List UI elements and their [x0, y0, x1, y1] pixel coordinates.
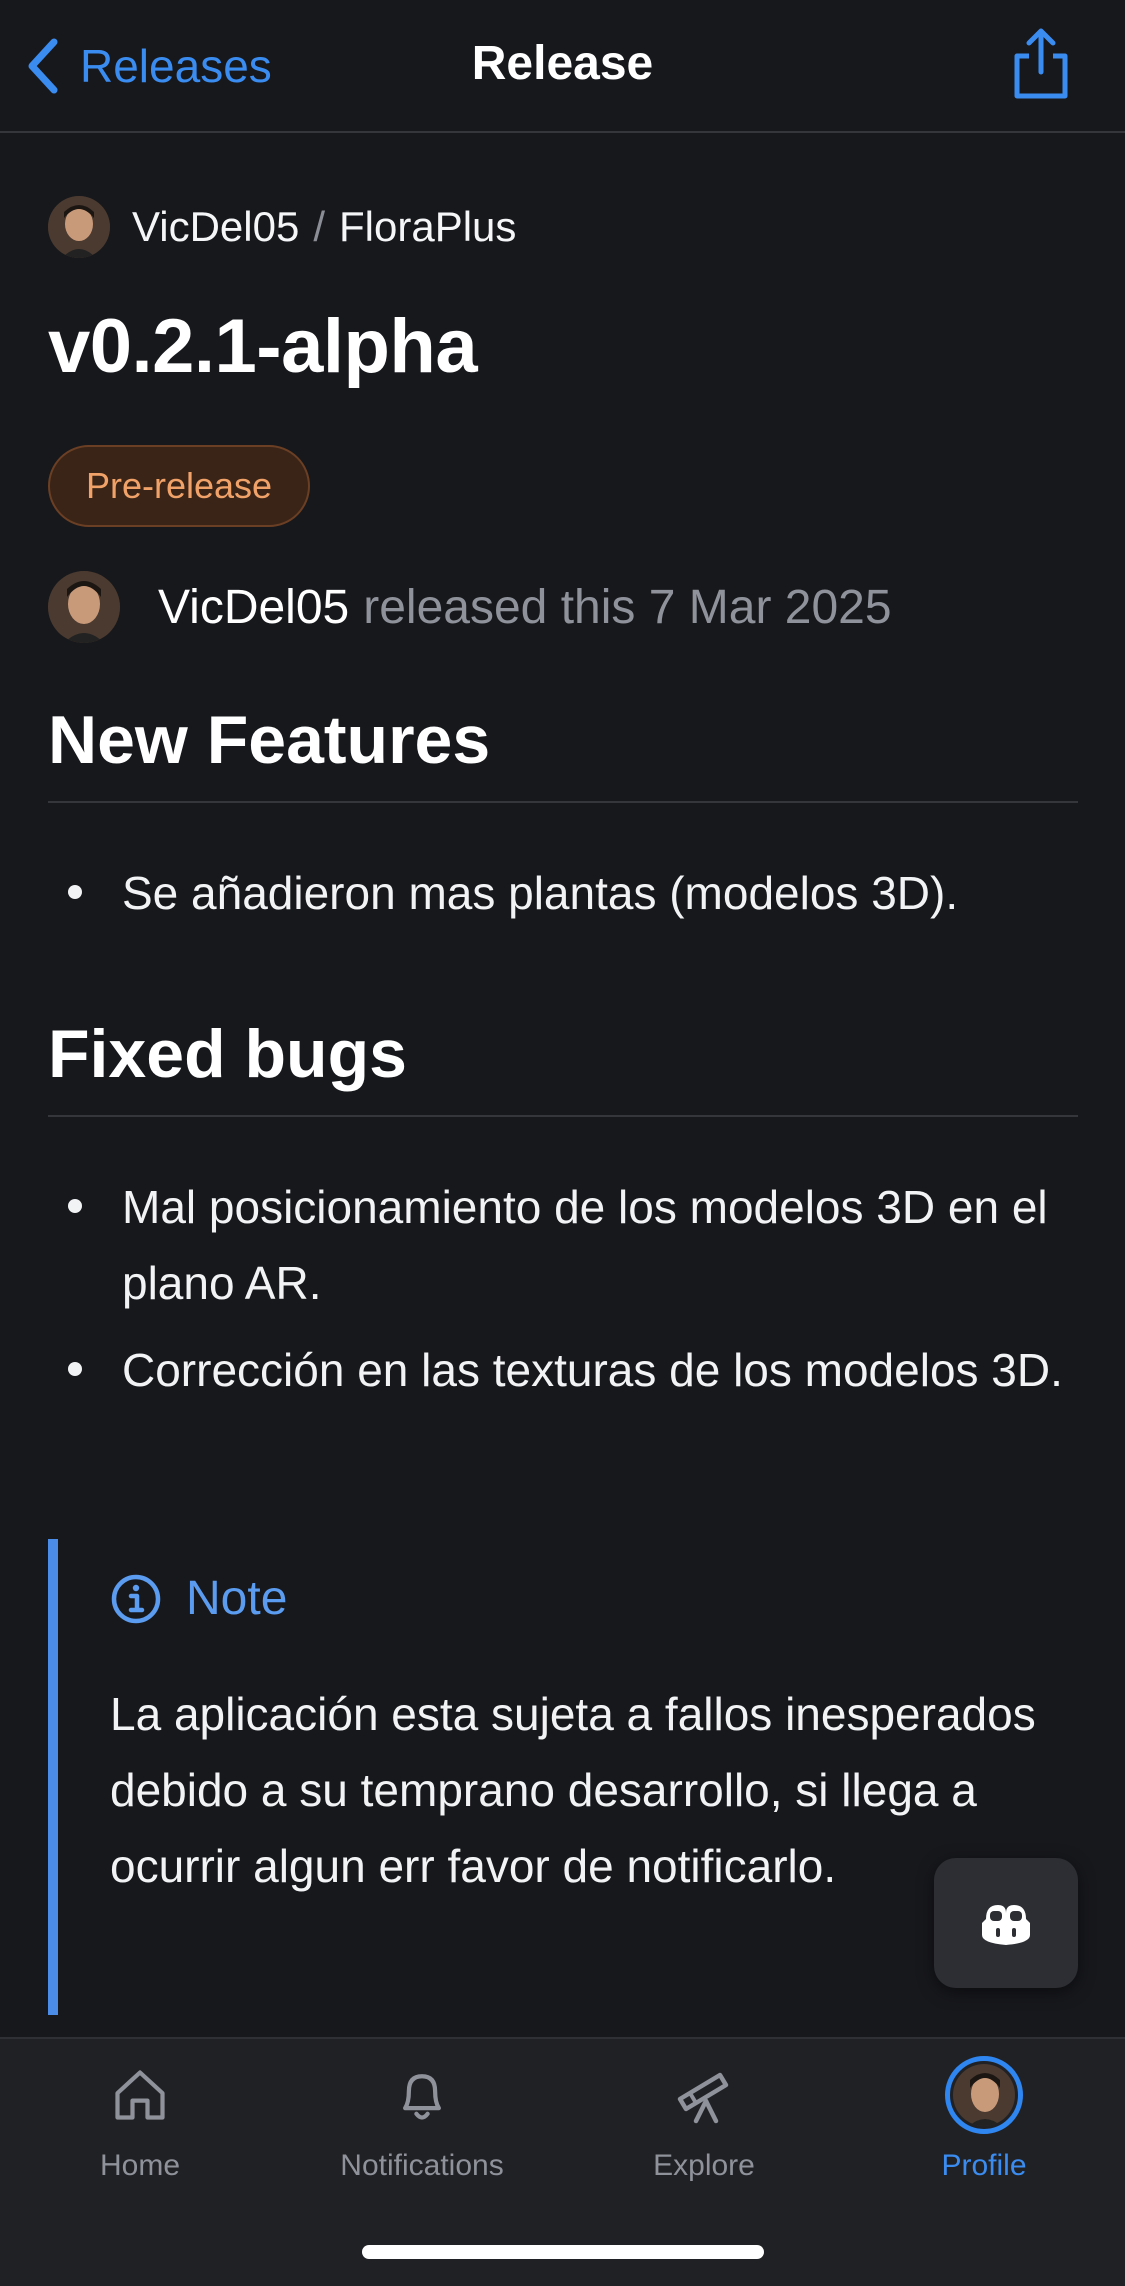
telescope-icon [668, 2059, 740, 2131]
home-icon [104, 2059, 176, 2131]
list-item: Corrección en las texturas de los modelo… [48, 1332, 1078, 1408]
repo-separator: / [313, 203, 325, 250]
repo-owner-link[interactable]: VicDel05 [132, 203, 299, 251]
release-screen: Releases Release VicDel05 / FloraPlus v0… [0, 0, 1125, 2286]
note-callout: Note La aplicación esta sujeta a fallos … [48, 1539, 1078, 2015]
chevron-left-icon [28, 38, 58, 94]
new-features-list: Se añadieron mas plantas (modelos 3D). [48, 855, 1078, 931]
tab-explore[interactable]: Explore [584, 2059, 824, 2209]
note-text: La aplicación esta sujeta a fallos inesp… [110, 1688, 1036, 1892]
copilot-icon [982, 1905, 1030, 1945]
pre-release-badge: Pre-release [48, 445, 311, 527]
back-button[interactable]: Releases [24, 30, 272, 102]
navigation-bar: Releases Release [0, 0, 1125, 133]
tab-home[interactable]: Home [20, 2059, 260, 2209]
home-indicator [362, 2245, 764, 2259]
tab-profile[interactable]: Profile [864, 2056, 1104, 2209]
release-author-line: VicDel05 released this 7 Mar 2025 [48, 571, 892, 643]
tab-explore-label: Explore [653, 2149, 755, 2182]
release-tag-title: v0.2.1-alpha [48, 304, 478, 389]
back-button-label: Releases [80, 40, 272, 92]
bell-icon [386, 2059, 458, 2131]
info-icon [111, 1574, 161, 1623]
author-avatar[interactable] [48, 571, 120, 643]
list-item: Mal posicionamiento de los modelos 3D en… [48, 1169, 1078, 1321]
tab-notifications[interactable]: Notifications [302, 2059, 542, 2209]
fixed-bugs-heading: Fixed bugs [48, 1015, 1078, 1117]
author-name-link[interactable]: VicDel05 [158, 580, 349, 635]
share-button[interactable] [1009, 26, 1073, 102]
tab-notifications-label: Notifications [340, 2149, 504, 2182]
owner-avatar[interactable] [48, 196, 110, 258]
fixed-bugs-list: Mal posicionamiento de los modelos 3D en… [48, 1169, 1078, 1408]
note-header: Note [110, 1571, 1078, 1626]
share-icon [1014, 28, 1068, 99]
release-date-text: released this 7 Mar 2025 [363, 580, 892, 634]
tab-profile-label: Profile [941, 2149, 1027, 2182]
copilot-button[interactable] [934, 1858, 1078, 1988]
new-features-heading: New Features [48, 701, 1078, 803]
list-item: Se añadieron mas plantas (modelos 3D). [48, 855, 1078, 931]
repo-name-link[interactable]: FloraPlus [339, 203, 516, 251]
tab-home-label: Home [99, 2149, 181, 2182]
note-label: Note [186, 1572, 288, 1625]
profile-avatar [945, 2056, 1023, 2134]
repo-breadcrumb: VicDel05 / FloraPlus [48, 195, 516, 259]
